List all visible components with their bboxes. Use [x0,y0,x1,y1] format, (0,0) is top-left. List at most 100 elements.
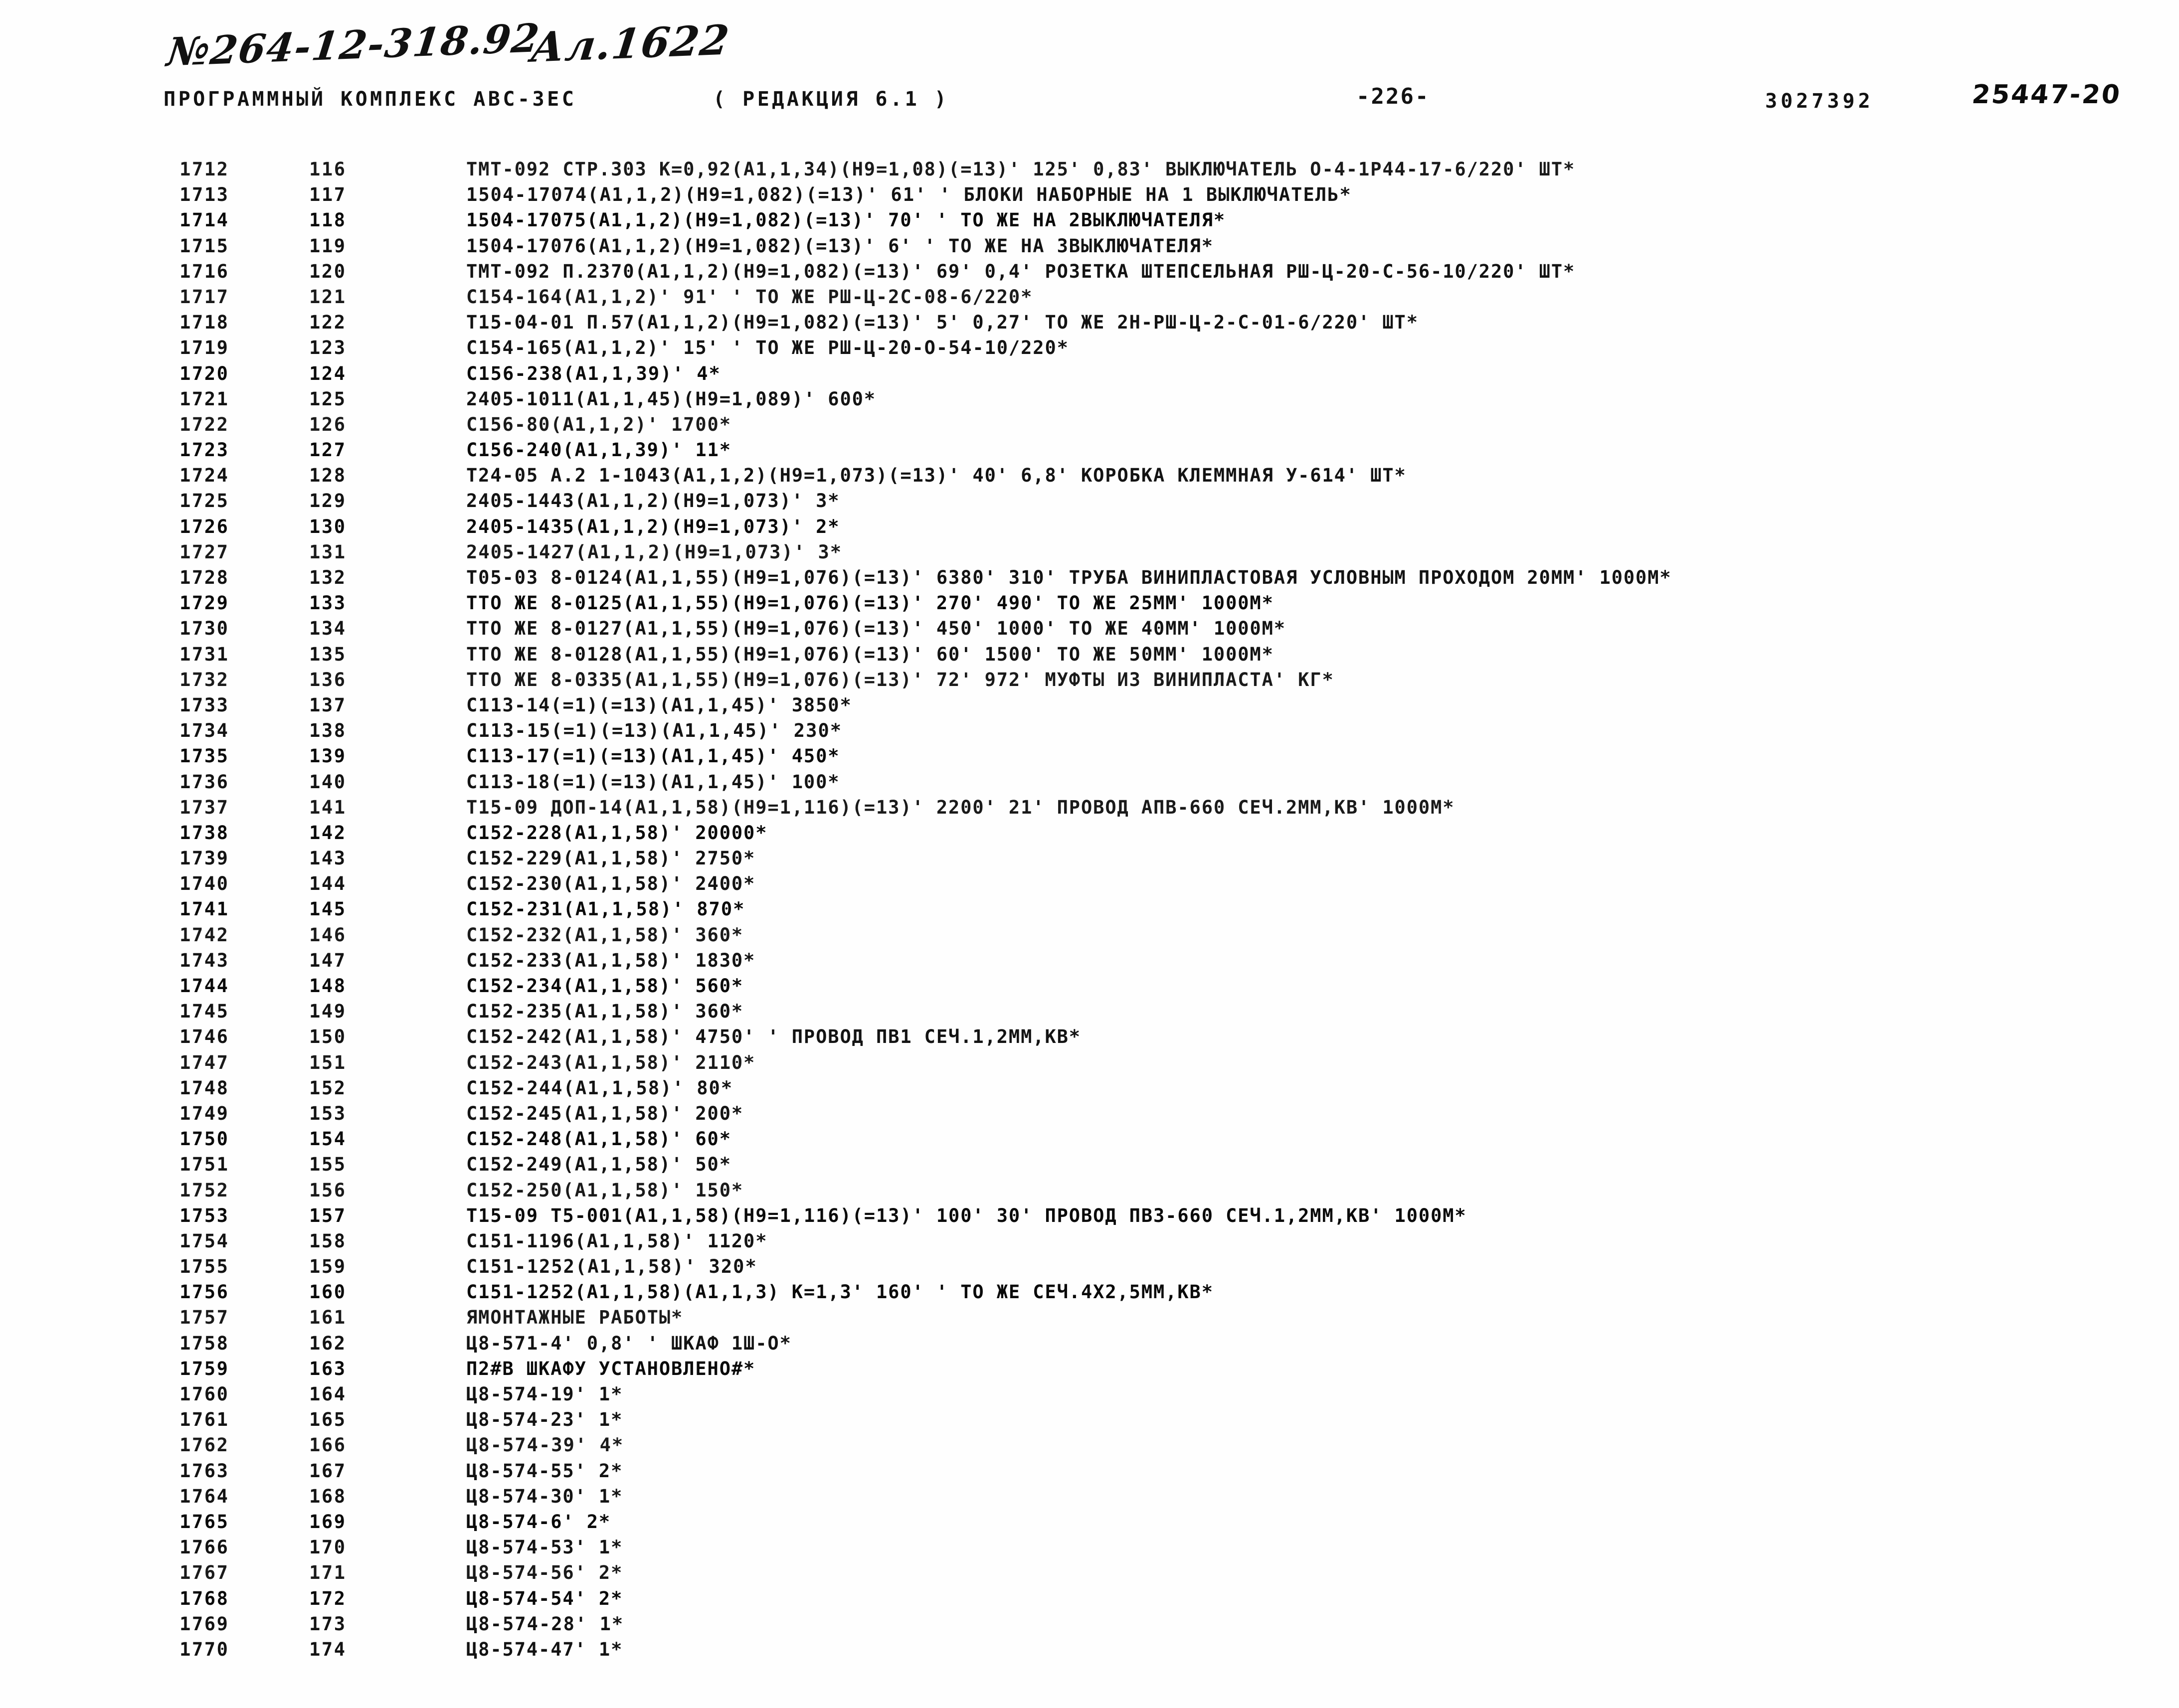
row-sequence-number: 152 [309,1077,347,1099]
row-line-number: 1739 [180,848,229,869]
row-code-text: Ц8-574-19' 1* [466,1383,623,1405]
table-row: 1746 150 С152-242(А1,1,58)' 4750' ' ПРОВОД… [0,1026,2179,1051]
table-row: 1725 129 2405-1443(А1,1,2)(Н9=1,073)' 3* [0,490,2179,515]
row-line-number: 1759 [180,1358,229,1379]
row-line-number: 1723 [180,439,229,461]
edition-label: ( РЕДАКЦИЯ 6.1 ) [713,88,949,111]
row-line-number: 1719 [180,337,229,359]
row-sequence-number: 171 [309,1562,347,1584]
page-number: -226- [1356,84,1430,109]
row-code-text: С154-164(А1,1,2)' 91' ' ТО ЖЕ РШ-Ц-2С-08… [466,286,1033,308]
row-code-text: С154-165(А1,1,2)' 15' ' ТО ЖЕ РШ-Ц-20-О-… [466,337,1069,359]
row-sequence-number: 127 [309,439,347,461]
row-sequence-number: 162 [309,1332,347,1354]
row-sequence-number: 145 [309,898,347,920]
table-row: 1739 143 С152-229(А1,1,58)' 2750* [0,848,2179,873]
row-code-text: С152-230(А1,1,58)' 2400* [466,873,756,895]
row-sequence-number: 166 [309,1434,347,1456]
table-row: 1767 171 Ц8-574-56' 2* [0,1562,2179,1587]
row-code-text: С113-17(=1)(=13)(А1,1,45)' 450* [466,745,840,767]
row-sequence-number: 155 [309,1154,347,1176]
table-row: 1716 120 ТМТ-092 П.2370(А1,1,2)(Н9=1,082)(… [0,261,2179,286]
row-line-number: 1762 [180,1434,229,1456]
row-line-number: 1768 [180,1587,229,1609]
table-row: 1768 172 Ц8-574-54' 2* [0,1588,2179,1613]
row-sequence-number: 151 [309,1051,347,1073]
row-line-number: 1749 [180,1102,229,1124]
table-row: 1723 127 С156-240(А1,1,39)' 11* [0,439,2179,465]
row-line-number: 1747 [180,1051,229,1073]
row-code-text: Т24-05 А.2 1-1043(А1,1,2)(Н9=1,073)(=13)… [466,465,1407,487]
table-row: 1740 144 С152-230(А1,1,58)' 2400* [0,873,2179,898]
row-line-number: 1728 [180,567,229,588]
row-code-text: 2405-1435(А1,1,2)(Н9=1,073)' 2* [466,515,840,537]
row-sequence-number: 134 [309,618,347,640]
row-code-text: 2405-1011(А1,1,45)(Н9=1,089)' 600* [466,388,876,410]
row-line-number: 1732 [180,669,229,690]
row-code-text: С152-233(А1,1,58)' 1830* [466,949,756,971]
row-code-text: С152-232(А1,1,58)' 360* [466,924,744,946]
table-row: 1736 140 С113-18(=1)(=13)(А1,1,45)' 100* [0,771,2179,797]
row-code-text: Ц8-574-56' 2* [466,1562,623,1584]
row-code-text: Т15-09 ДОП-14(А1,1,58)(Н9=1,116)(=13)' 2… [466,796,1455,818]
row-code-text: Т15-09 Т5-001(А1,1,58)(Н9=1,116)(=13)' 1… [466,1204,1467,1226]
row-code-text: С152-231(А1,1,58)' 870* [466,898,745,920]
row-line-number: 1731 [180,643,229,665]
row-code-text: С151-1252(А1,1,58)' 320* [466,1256,757,1278]
row-code-text: Ц8-574-23' 1* [466,1409,623,1431]
row-code-text: 1504-17076(А1,1,2)(Н9=1,082)(=13)' 6' ' … [466,235,1214,257]
row-code-text: 1504-17075(А1,1,2)(Н9=1,082)(=13)' 70' '… [466,209,1226,231]
row-sequence-number: 168 [309,1485,347,1507]
table-row: 1759 163 П2#В ШКАФУ УСТАНОВЛЕНО#* [0,1358,2179,1383]
row-code-text: Ц8-571-4' 0,8' ' ШКАФ 1Ш-О* [466,1332,792,1354]
row-code-text: ТТО ЖЕ 8-0128(А1,1,55)(Н9=1,076)(=13)' 6… [466,643,1274,665]
row-line-number: 1764 [180,1485,229,1507]
row-sequence-number: 158 [309,1230,347,1252]
row-code-text: Ц8-574-47' 1* [466,1638,623,1660]
row-line-number: 1744 [180,975,229,997]
row-line-number: 1720 [180,362,229,384]
row-sequence-number: 161 [309,1307,347,1329]
table-row: 1731 135 ТТО ЖЕ 8-0128(А1,1,55)(Н9=1,076)(… [0,644,2179,669]
table-row: 1741 145 С152-231(А1,1,58)' 870* [0,898,2179,924]
row-line-number: 1753 [180,1204,229,1226]
table-row: 1730 134 ТТО ЖЕ 8-0127(А1,1,55)(Н9=1,076)(… [0,618,2179,643]
row-sequence-number: 124 [309,362,347,384]
table-row: 1719 123 С154-165(А1,1,2)' 15' ' ТО ЖЕ РШ-… [0,337,2179,362]
table-row: 1728 132 Т05-03 8-0124(А1,1,55)(Н9=1,076)(… [0,567,2179,592]
row-code-text: С113-15(=1)(=13)(А1,1,45)' 230* [466,720,843,742]
row-code-text: ТТО ЖЕ 8-0335(А1,1,55)(Н9=1,076)(=13)' 7… [466,669,1334,690]
row-sequence-number: 119 [309,235,347,257]
row-line-number: 1746 [180,1026,229,1048]
row-line-number: 1755 [180,1256,229,1278]
table-row: 1720 124 С156-238(А1,1,39)' 4* [0,363,2179,388]
row-sequence-number: 149 [309,1001,347,1023]
row-line-number: 1717 [180,286,229,308]
row-code-text: ТТО ЖЕ 8-0125(А1,1,55)(Н9=1,076)(=13)' 2… [466,592,1274,614]
row-code-text: С152-242(А1,1,58)' 4750' ' ПРОВОД ПВ1 СЕ… [466,1026,1081,1048]
row-code-text: С152-243(А1,1,58)' 2110* [466,1051,756,1073]
row-code-text: С152-229(А1,1,58)' 2750* [466,848,756,869]
row-code-text: Ц8-574-53' 1* [466,1537,623,1558]
row-sequence-number: 150 [309,1026,347,1048]
row-sequence-number: 165 [309,1409,347,1431]
table-row: 1761 165 Ц8-574-23' 1* [0,1409,2179,1434]
row-code-text: ТМТ-092 СТР.303 К=0,92(А1,1,34)(Н9=1,08)… [466,159,1576,180]
row-line-number: 1745 [180,1001,229,1023]
row-sequence-number: 169 [309,1511,347,1533]
row-line-number: 1724 [180,465,229,487]
table-row: 1735 139 С113-17(=1)(=13)(А1,1,45)' 450* [0,745,2179,771]
row-line-number: 1734 [180,720,229,742]
row-line-number: 1727 [180,541,229,563]
row-sequence-number: 136 [309,669,347,690]
row-code-text: Ц8-574-30' 1* [466,1485,623,1507]
row-line-number: 1763 [180,1460,229,1482]
row-line-number: 1718 [180,312,229,334]
row-code-text: Т05-03 8-0124(А1,1,55)(Н9=1,076)(=13)' 6… [466,567,1672,588]
row-line-number: 1750 [180,1128,229,1150]
row-code-text: П2#В ШКАФУ УСТАНОВЛЕНО#* [466,1358,756,1379]
row-sequence-number: 153 [309,1102,347,1124]
table-row: 1713 117 1504-17074(А1,1,2)(Н9=1,082)(=13)… [0,184,2179,209]
row-line-number: 1752 [180,1179,229,1201]
row-sequence-number: 120 [309,260,347,282]
